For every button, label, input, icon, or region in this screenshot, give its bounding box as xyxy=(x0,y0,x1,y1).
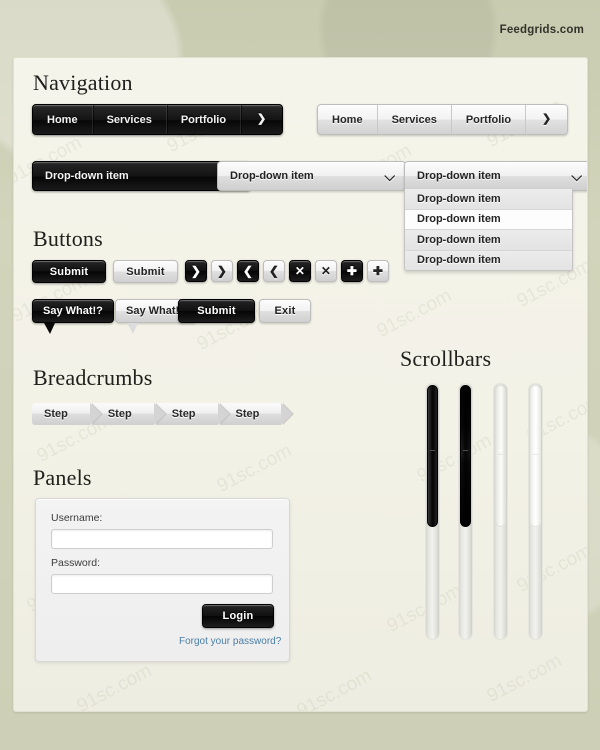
scrollbar-thumb[interactable] xyxy=(530,385,541,527)
scrollbar-grip-icon xyxy=(533,450,538,455)
close-button-dark[interactable]: ✕ xyxy=(289,260,311,282)
watermark-text: 91sc.com xyxy=(483,650,566,707)
plus-icon: ✚ xyxy=(372,264,384,278)
speech-bubble-dark-label: Say What!? xyxy=(32,299,114,323)
chevron-right-icon: ❯ xyxy=(542,113,552,125)
navbar-dark-item-services[interactable]: Services xyxy=(93,105,167,134)
dropdown-dark-label: Drop-down item xyxy=(45,170,129,182)
dropdown-light-label: Drop-down item xyxy=(230,170,314,182)
arrow-left-button-light[interactable]: ❮ xyxy=(263,260,285,282)
submit-button-dark[interactable]: Submit xyxy=(32,260,106,283)
chevron-right-icon: ❯ xyxy=(257,113,267,125)
speech-bubble-tail-icon xyxy=(44,323,55,334)
plus-button-dark[interactable]: ✚ xyxy=(341,260,363,282)
dropdown-option-list[interactable]: Drop-down item Drop-down item Drop-down … xyxy=(404,189,573,271)
speech-bubble-dark[interactable]: Say What!? xyxy=(32,299,114,334)
chevron-down-icon: ⌵ xyxy=(384,168,395,184)
scrollbar-light-1[interactable] xyxy=(493,383,508,640)
plus-icon: ✚ xyxy=(346,264,358,278)
scrollbar-grip-icon xyxy=(463,450,468,455)
scrollbar-dark-1[interactable] xyxy=(425,383,440,640)
close-button-light[interactable]: ✕ xyxy=(315,260,337,282)
arrow-left-icon: ❮ xyxy=(242,264,254,278)
navbar-light[interactable]: Home Services Portfolio ❯ xyxy=(317,104,569,135)
dropdown-option-selected[interactable]: Drop-down item xyxy=(405,209,572,230)
password-label: Password: xyxy=(51,557,101,569)
scrollbar-light-2[interactable] xyxy=(528,383,543,640)
section-title-scrollbars: Scrollbars xyxy=(400,346,492,371)
arrow-right-button-dark[interactable]: ❯ xyxy=(185,260,207,282)
dropdown-option[interactable]: Drop-down item xyxy=(405,250,572,270)
section-title-breadcrumbs: Breadcrumbs xyxy=(33,365,153,390)
speech-bubble-tail-icon xyxy=(127,323,138,334)
breadcrumb-step[interactable]: Step xyxy=(32,403,103,425)
close-icon: ✕ xyxy=(294,264,306,278)
scrollbar-thumb[interactable] xyxy=(427,385,438,527)
section-title-navigation: Navigation xyxy=(33,70,133,95)
scrollbar-dark-2[interactable] xyxy=(458,383,473,640)
navbar-light-item-portfolio[interactable]: Portfolio xyxy=(452,105,527,134)
exit-button[interactable]: Exit xyxy=(259,299,311,323)
plus-button-light[interactable]: ✚ xyxy=(367,260,389,282)
scrollbar-grip-icon xyxy=(498,450,503,455)
forgot-password-link[interactable]: Forgot your password? xyxy=(179,636,281,647)
breadcrumb[interactable]: Step Step Step Step xyxy=(32,403,295,425)
submit-button-light[interactable]: Submit xyxy=(113,260,178,283)
scrollbar-thumb[interactable] xyxy=(460,385,471,527)
navbar-light-item-services[interactable]: Services xyxy=(378,105,452,134)
watermark-text: 91sc.com xyxy=(73,660,156,712)
navbar-dark[interactable]: Home Services Portfolio ❯ xyxy=(32,104,284,135)
arrow-right-icon: ❯ xyxy=(190,264,202,278)
navbar-light-item-home[interactable]: Home xyxy=(318,105,378,134)
dropdown-option[interactable]: Drop-down item xyxy=(405,189,572,210)
section-title-panels: Panels xyxy=(33,465,92,490)
watermark-text: 91sc.com xyxy=(373,285,456,342)
scrollbar-grip-icon xyxy=(430,450,435,455)
watermark-text: 91sc.com xyxy=(293,665,376,712)
content-card: 91sc.com 91sc.com 91sc.com 91sc.com 91sc… xyxy=(13,57,588,712)
dropdown-light[interactable]: Drop-down item ⌵ xyxy=(217,161,406,191)
navbar-dark-item-portfolio[interactable]: Portfolio xyxy=(167,105,242,134)
submit-button-pair[interactable]: Submit xyxy=(178,299,255,323)
arrow-left-icon: ❮ xyxy=(268,264,280,278)
navbar-light-more-button[interactable]: ❯ xyxy=(526,105,567,134)
chevron-down-icon: ⌵ xyxy=(571,168,582,184)
scrollbar-thumb[interactable] xyxy=(495,385,506,527)
close-icon: ✕ xyxy=(320,264,332,278)
arrow-right-button-light[interactable]: ❯ xyxy=(211,260,233,282)
login-panel: Username: Password: Login Forgot your pa… xyxy=(35,498,290,662)
username-input[interactable] xyxy=(51,529,273,549)
dropdown-option[interactable]: Drop-down item xyxy=(405,230,572,251)
navbar-dark-item-home[interactable]: Home xyxy=(33,105,93,134)
section-title-buttons: Buttons xyxy=(33,226,103,251)
dropdown-open-toggle[interactable]: Drop-down item ⌵ xyxy=(404,161,587,191)
watermark-text: 91sc.com xyxy=(513,540,588,597)
watermark-text: 91sc.com xyxy=(213,440,296,497)
dropdown-open-label: Drop-down item xyxy=(417,170,501,182)
site-name: Feedgrids.com xyxy=(499,24,584,36)
username-label: Username: xyxy=(51,512,103,524)
password-input[interactable] xyxy=(51,574,273,594)
arrow-left-button-dark[interactable]: ❮ xyxy=(237,260,259,282)
navbar-dark-more-button[interactable]: ❯ xyxy=(241,105,282,134)
arrow-right-icon: ❯ xyxy=(216,264,228,278)
login-button[interactable]: Login xyxy=(202,604,274,628)
